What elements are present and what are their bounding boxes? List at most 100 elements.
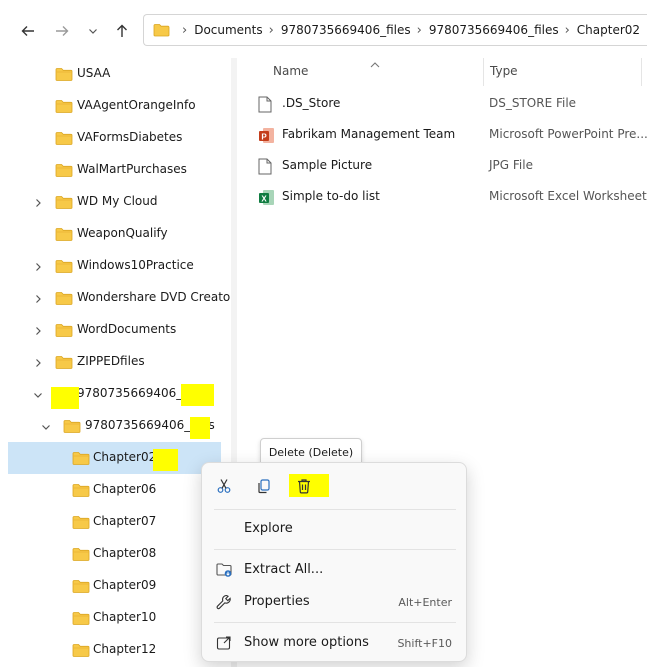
nav-item[interactable]: Chapter06 [0, 474, 230, 506]
folder-icon [55, 131, 73, 148]
folder-icon [55, 227, 73, 244]
chevron-right-icon[interactable]: › [565, 23, 570, 38]
address-bar[interactable]: › Documents › 9780735669406_files › 9780… [143, 14, 647, 46]
menu-separator [214, 509, 456, 510]
blank-file-icon [258, 96, 272, 116]
nav-item-label: Wondershare DVD Creator [77, 290, 236, 304]
menu-item-show-more-options[interactable]: Show more options Shift+F10 [202, 627, 468, 659]
chevron-down-icon[interactable] [41, 421, 51, 431]
column-header-type[interactable]: Type [490, 64, 518, 78]
chevron-down-icon[interactable] [83, 21, 103, 41]
context-menu-icon-bar [202, 463, 468, 509]
menu-item-label: Extract All... [244, 562, 324, 577]
nav-item-label: VAFormsDiabetes [77, 130, 183, 144]
breadcrumb-files-1[interactable]: 9780735669406_files [281, 23, 411, 37]
nav-item-label: Chapter12 [93, 642, 157, 656]
cut-icon[interactable] [210, 473, 238, 499]
nav-item[interactable]: WeaponQualify [0, 218, 230, 250]
nav-item[interactable]: VAFormsDiabetes [0, 122, 230, 154]
nav-item[interactable]: USAA [0, 58, 230, 90]
file-row[interactable]: .DS_Store DS_STORE File [258, 90, 647, 118]
menu-item-properties[interactable]: Properties Alt+Enter [202, 586, 468, 618]
nav-item-label: Chapter06 [93, 482, 157, 496]
file-row[interactable]: P Fabrikam Management Team Microsoft Power… [258, 121, 647, 149]
folder-icon [55, 323, 73, 340]
file-row[interactable]: Sample Picture JPG File [258, 152, 647, 180]
chevron-down-icon[interactable] [33, 389, 43, 399]
chevron-right-icon[interactable] [33, 261, 43, 271]
chevron-right-icon[interactable]: › [417, 23, 422, 38]
nav-item-label: Chapter09 [93, 578, 157, 592]
file-name: .DS_Store [282, 96, 341, 110]
folder-icon [72, 483, 90, 500]
column-header-name[interactable]: Name [273, 64, 308, 78]
folder-icon [72, 547, 90, 564]
menu-item-label: Show more options [244, 635, 369, 650]
chevron-right-icon[interactable] [33, 357, 43, 367]
folder-icon [55, 195, 73, 212]
nav-item-label: WeaponQualify [77, 226, 168, 240]
powerpoint-file-icon: P [258, 127, 275, 147]
folder-icon [63, 419, 81, 436]
share-window-icon [216, 635, 232, 654]
delete-icon[interactable] [290, 473, 318, 499]
column-divider[interactable] [641, 58, 642, 86]
folder-icon [55, 99, 73, 116]
copy-icon[interactable] [250, 473, 278, 499]
nav-item[interactable]: ZIPPEDfiles [0, 346, 230, 378]
menu-separator [214, 622, 456, 623]
menu-item-label: Properties [244, 594, 310, 609]
highlight-marker [51, 387, 79, 409]
breadcrumb-chapter02[interactable]: Chapter02 [577, 23, 640, 37]
nav-item-label: Chapter07 [93, 514, 157, 528]
highlight-marker [153, 449, 178, 471]
nav-item-label: Windows10Practice [77, 258, 194, 272]
column-divider[interactable] [483, 58, 484, 86]
nav-item[interactable]: Chapter10 [0, 602, 230, 634]
nav-item-label: WordDocuments [77, 322, 177, 336]
svg-text:X: X [261, 194, 267, 203]
file-row[interactable]: X Simple to-do list Microsoft Excel Worksh… [258, 183, 647, 211]
menu-separator [214, 549, 456, 550]
file-type: Microsoft Excel Worksheet [489, 189, 647, 203]
back-arrow-icon[interactable] [18, 21, 38, 41]
nav-item[interactable]: Wondershare DVD Creator [0, 282, 235, 314]
nav-item-label: VAAgentOrangeInfo [77, 98, 196, 112]
folder-icon [153, 23, 170, 40]
nav-item-label: Chapter10 [93, 610, 157, 624]
chevron-right-icon[interactable]: › [269, 23, 274, 38]
menu-item-shortcut: Shift+F10 [397, 637, 452, 650]
highlight-marker [190, 417, 210, 439]
forward-arrow-icon[interactable] [52, 21, 72, 41]
menu-item-explore[interactable]: Explore [202, 513, 468, 545]
nav-item[interactable]: WordDocuments [0, 314, 230, 346]
folder-icon [55, 259, 73, 276]
file-name: Fabrikam Management Team [282, 127, 456, 141]
nav-item[interactable]: Chapter07 [0, 506, 230, 538]
nav-item[interactable]: Windows10Practice [0, 250, 230, 282]
up-arrow-icon[interactable] [112, 21, 132, 41]
breadcrumb-files-2[interactable]: 9780735669406_files [429, 23, 559, 37]
nav-item[interactable]: WalMartPurchases [0, 154, 230, 186]
chevron-right-icon[interactable] [33, 197, 43, 207]
nav-item[interactable]: Chapter12 [0, 634, 230, 666]
nav-item-label: ZIPPEDfiles [77, 354, 145, 368]
excel-file-icon: X [258, 189, 275, 209]
breadcrumb-documents[interactable]: Documents [194, 23, 262, 37]
nav-item[interactable]: Chapter02 [0, 442, 230, 474]
extract-folder-icon [216, 562, 233, 581]
tooltip-text: Delete (Delete) [268, 446, 354, 459]
nav-item[interactable]: WD My Cloud [0, 186, 230, 218]
menu-item-label: Explore [244, 521, 293, 536]
folder-icon [72, 643, 90, 660]
menu-item-extract-all[interactable]: Extract All... [202, 554, 468, 586]
chevron-right-icon[interactable]: › [182, 23, 187, 38]
folder-icon [72, 515, 90, 532]
chevron-right-icon[interactable] [33, 325, 43, 335]
nav-item-label: WalMartPurchases [77, 162, 187, 176]
nav-item[interactable]: VAAgentOrangeInfo [0, 90, 230, 122]
chevron-right-icon[interactable] [33, 293, 43, 303]
menu-item-shortcut: Alt+Enter [398, 596, 452, 609]
nav-item[interactable]: Chapter09 [0, 570, 230, 602]
nav-item[interactable]: Chapter08 [0, 538, 230, 570]
